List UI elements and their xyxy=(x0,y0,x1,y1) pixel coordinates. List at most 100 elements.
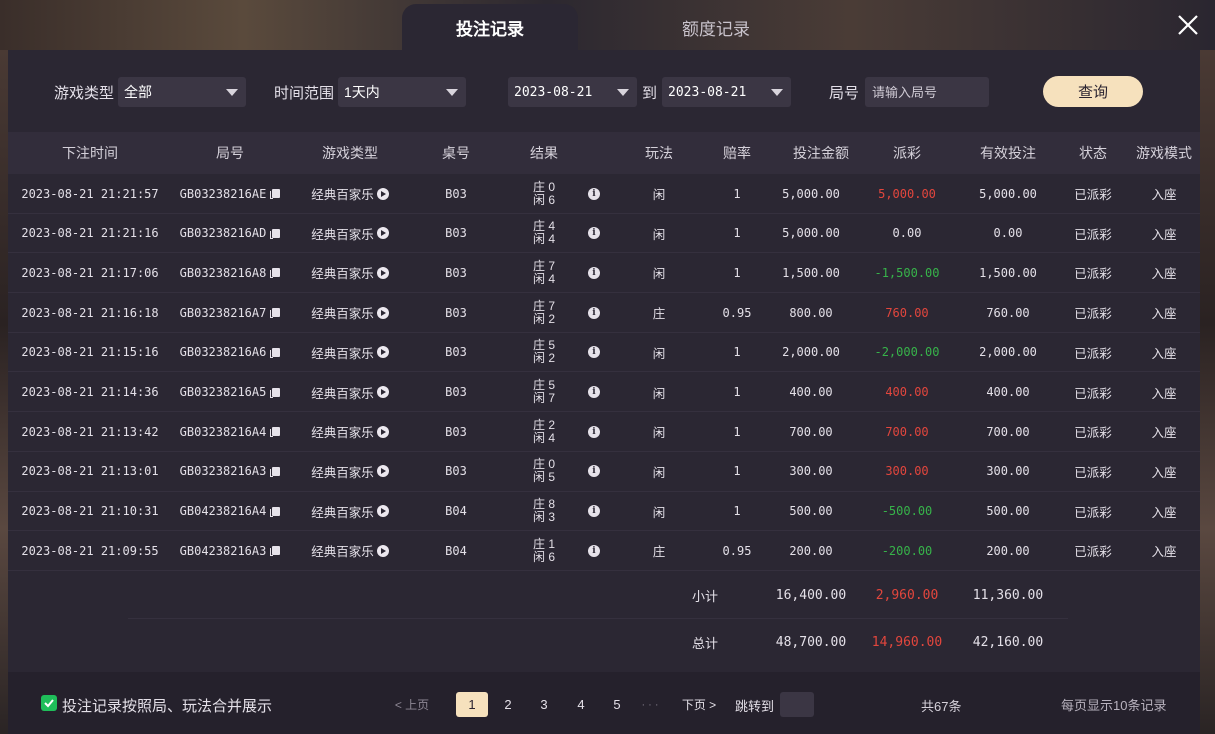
jump-page-input[interactable] xyxy=(780,692,814,717)
payout: 700.00 xyxy=(885,424,929,439)
page-1[interactable]: 1 xyxy=(456,692,488,717)
round-filter: 局号 xyxy=(829,77,990,107)
game-mode: 入座 xyxy=(1151,386,1177,401)
game-type-text: 经典百家乐 xyxy=(311,346,374,361)
jump-label: 跳转到 xyxy=(735,699,775,714)
col-valid-bet: 有效投注 xyxy=(980,145,1036,161)
info-button[interactable]: i xyxy=(588,293,600,332)
game-type: 经典百家乐 xyxy=(288,531,412,570)
play-icon[interactable] xyxy=(376,187,389,200)
info-button[interactable]: i xyxy=(588,333,600,372)
info-icon: i xyxy=(588,227,600,240)
valid-bet: 0.00 xyxy=(993,226,1023,241)
play-icon[interactable] xyxy=(376,346,389,359)
game-type-text: 经典百家乐 xyxy=(311,505,374,520)
payout: 400.00 xyxy=(885,385,929,399)
odds: 1 xyxy=(733,464,741,479)
round-input[interactable] xyxy=(865,77,990,107)
info-button[interactable]: i xyxy=(588,412,600,451)
copy-icon[interactable] xyxy=(270,189,281,199)
play-icon[interactable] xyxy=(376,425,389,438)
game-type-text: 经典百家乐 xyxy=(311,545,374,560)
round-label: 局号 xyxy=(829,84,860,102)
col-table: 桌号 xyxy=(442,145,470,161)
prev-page-button[interactable]: < 上页 xyxy=(391,692,433,717)
info-icon: i xyxy=(588,386,600,398)
game-type-text: 经典百家乐 xyxy=(311,227,374,242)
date-from-select[interactable]: 2023-08-21 xyxy=(508,77,637,107)
info-button[interactable]: i xyxy=(588,531,600,570)
play-icon[interactable] xyxy=(376,227,389,240)
copy-icon[interactable] xyxy=(270,466,281,477)
bet-time: 2023-08-21 21:17:06 xyxy=(21,265,159,280)
round-id-text: GB04238216A4 xyxy=(179,504,267,519)
info-button[interactable]: i xyxy=(588,373,600,412)
bet-amount: 5,000.00 xyxy=(782,186,840,201)
result: 庄 8闲 3 xyxy=(500,492,588,531)
copy-icon[interactable] xyxy=(270,546,281,557)
bet-time: 2023-08-21 21:15:16 xyxy=(21,345,159,360)
merge-checkbox[interactable] xyxy=(41,695,57,711)
info-button[interactable]: i xyxy=(588,174,600,213)
play-icon[interactable] xyxy=(376,386,389,398)
chevron-down-icon xyxy=(771,88,784,96)
play-icon[interactable] xyxy=(376,306,389,319)
time-range-label: 时间范围 xyxy=(274,84,335,102)
copy-icon[interactable] xyxy=(270,268,281,279)
copy-icon[interactable] xyxy=(270,347,281,358)
play-icon[interactable] xyxy=(376,266,389,279)
play-icon[interactable] xyxy=(376,544,389,557)
copy-icon[interactable] xyxy=(270,308,281,319)
payout: 300.00 xyxy=(885,464,929,479)
copy-icon[interactable] xyxy=(270,228,281,239)
bet-amount: 1,500.00 xyxy=(782,265,840,280)
status: 已派彩 xyxy=(1074,267,1112,282)
copy-icon[interactable] xyxy=(270,427,281,438)
col-odds: 赔率 xyxy=(723,145,751,161)
game-type: 经典百家乐 xyxy=(288,492,412,531)
table-row: 2023-08-21 21:10:31 GB04238216A4 经典百家乐 B04 庄… xyxy=(8,492,1200,532)
play-type: 闲 xyxy=(652,227,666,242)
valid-bet: 5,000.00 xyxy=(979,186,1037,201)
time-range-select[interactable]: 1天内 xyxy=(338,77,467,107)
odds: 1 xyxy=(733,226,741,241)
tab-credit-records[interactable]: 额度记录 xyxy=(628,4,804,50)
page-5[interactable]: 5 xyxy=(605,692,629,717)
page-2[interactable]: 2 xyxy=(496,692,520,717)
copy-icon[interactable] xyxy=(270,387,281,398)
page-3[interactable]: 3 xyxy=(532,692,556,717)
info-button[interactable]: i xyxy=(588,214,600,253)
date-to-select[interactable]: 2023-08-21 xyxy=(662,77,792,107)
time-range-filter: 时间范围 1天内 xyxy=(274,77,467,107)
info-button[interactable]: i xyxy=(588,452,600,491)
game-mode: 入座 xyxy=(1151,188,1177,202)
bet-amount: 800.00 xyxy=(789,305,833,320)
result: 庄 0闲 5 xyxy=(500,452,588,491)
game-mode: 入座 xyxy=(1151,346,1177,361)
player-result: 闲 4 xyxy=(532,271,555,286)
play-icon[interactable] xyxy=(376,505,389,518)
game-type: 经典百家乐 xyxy=(288,214,412,253)
subtotal-valid: 11,360.00 xyxy=(972,588,1044,603)
odds: 0.95 xyxy=(722,543,752,558)
info-button[interactable]: i xyxy=(588,253,600,292)
valid-bet: 300.00 xyxy=(986,464,1030,479)
table-number: B03 xyxy=(445,385,467,399)
result: 庄 0闲 6 xyxy=(500,174,588,213)
play-icon[interactable] xyxy=(376,465,389,478)
game-mode: 入座 xyxy=(1151,426,1177,441)
round-id: GB04238216A3 xyxy=(172,531,288,570)
query-button[interactable]: 查询 xyxy=(1043,76,1143,107)
page-4[interactable]: 4 xyxy=(569,692,593,717)
game-type-select[interactable]: 全部 xyxy=(118,77,247,107)
odds: 1 xyxy=(733,385,741,399)
tab-bet-records[interactable]: 投注记录 xyxy=(402,4,578,50)
next-page-button[interactable]: 下页 > xyxy=(679,692,719,717)
date-from-value: 2023-08-21 xyxy=(514,84,593,100)
copy-icon[interactable] xyxy=(270,506,281,517)
valid-bet: 500.00 xyxy=(986,504,1030,519)
close-button[interactable] xyxy=(1175,12,1201,38)
check-icon xyxy=(44,699,54,708)
player-result: 闲 7 xyxy=(532,391,555,405)
info-button[interactable]: i xyxy=(588,492,600,531)
